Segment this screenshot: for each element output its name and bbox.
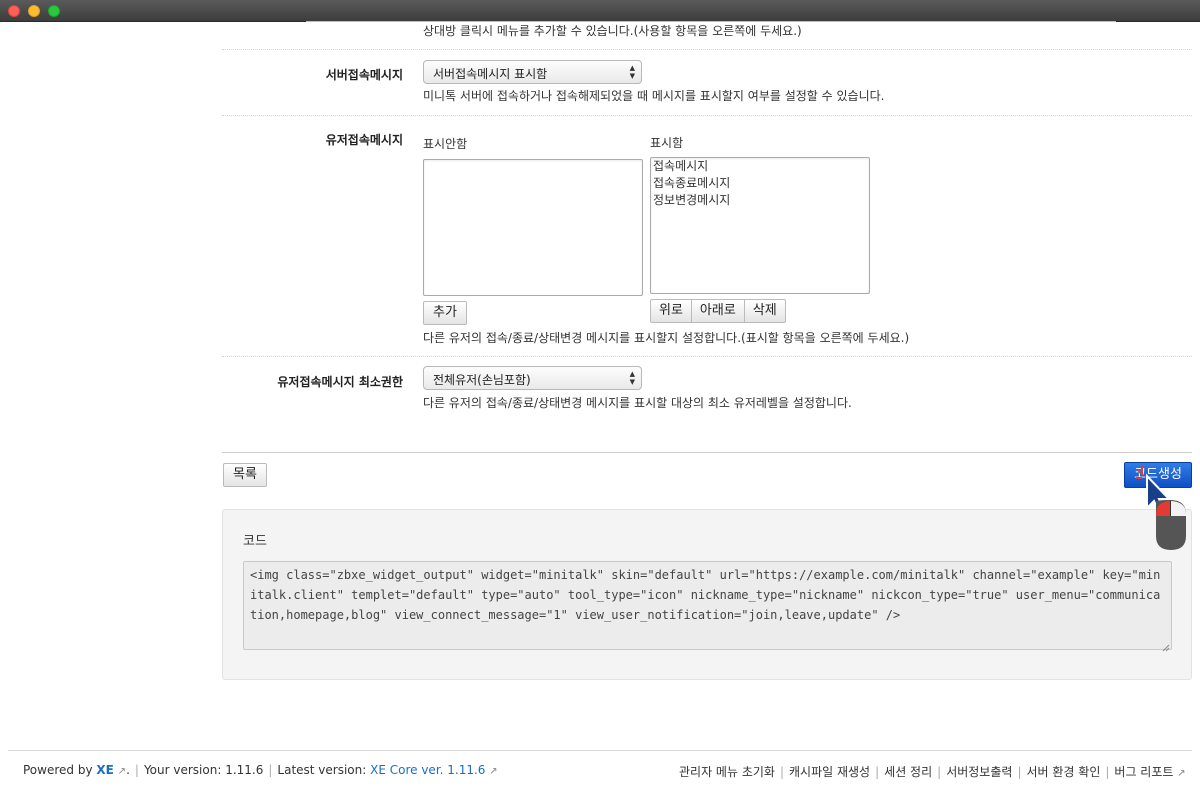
select-arrows-icon: ▲ ▼ [629, 370, 635, 386]
external-link-icon: ↗ [1177, 768, 1186, 779]
hidden-items-listbox[interactable] [423, 159, 643, 296]
move-down-button[interactable]: 아래로 [690, 299, 745, 323]
latest-version-link[interactable]: XE Core ver. 1.11.6 [370, 763, 485, 777]
external-link-icon: ↗ [117, 766, 127, 777]
server-message-select[interactable]: 서버접속메시지 표시함 ▲ ▼ [423, 60, 642, 84]
window-titlebar [0, 0, 1200, 22]
latest-version-label: Latest version [277, 763, 363, 777]
row-divider [222, 115, 1192, 116]
server-info-link[interactable]: 서버정보출력 [946, 765, 1012, 779]
user-message-label: 유저접속메시지 [325, 133, 403, 147]
powered-by-text: Powered by [23, 763, 93, 777]
mouse-pointer-icon [1136, 466, 1186, 550]
shown-item[interactable]: 접속종료메시지 [651, 175, 869, 192]
order-button-group: 위로 아래로 삭제 [650, 299, 786, 323]
user-message-permission-select[interactable]: 전체유저(손님포함) ▲ ▼ [423, 366, 642, 390]
clear-session-link[interactable]: 세션 정리 [884, 765, 932, 779]
user-message-permission-hint: 다른 유저의 접속/종료/상태변경 메시지를 표시할 대상의 최소 유저레벨을 … [423, 396, 852, 410]
select-arrows-icon: ▲ ▼ [629, 64, 635, 80]
xe-link[interactable]: XE [96, 763, 113, 777]
resize-grip-icon [1162, 644, 1170, 652]
user-menu-hint: 상대방 클릭시 메뉴를 추가할 수 있습니다.(사용할 항목을 오른쪽에 두세요… [423, 24, 802, 38]
server-message-label: 서버접속메시지 [325, 68, 403, 82]
hidden-list-label: 표시안함 [423, 137, 468, 151]
code-title: 코드 [243, 534, 267, 549]
row-divider [222, 49, 1192, 50]
shown-list-label: 표시함 [650, 136, 684, 150]
server-env-check-link[interactable]: 서버 환경 확인 [1026, 765, 1100, 779]
permission-select-value: 전체유저(손님포함) [433, 373, 531, 387]
footer-divider [8, 750, 1192, 751]
zoom-window-button[interactable] [48, 5, 60, 17]
your-version-value: 1.11.6 [225, 763, 264, 777]
shown-item[interactable]: 접속메시지 [651, 158, 869, 175]
your-version-label: Your version [143, 763, 218, 777]
server-message-select-value: 서버접속메시지 표시함 [433, 67, 548, 81]
shown-item[interactable]: 정보변경메시지 [651, 192, 869, 209]
move-up-button[interactable]: 위로 [650, 299, 692, 323]
resize-handle[interactable] [1162, 641, 1170, 652]
bug-report-link[interactable]: 버그 리포트 [1114, 765, 1173, 779]
add-item-button[interactable]: 추가 [423, 301, 467, 325]
delete-item-button[interactable]: 삭제 [743, 299, 786, 323]
user-message-hint: 다른 유저의 접속/종료/상태변경 메시지를 표시할지 설정합니다.(표시할 항… [423, 331, 910, 345]
footer-admin-links: 관리자 메뉴 초기화 | 캐시파일 재생성 | 세션 정리 | 서버정보출력 | 서버 환경 확… [679, 765, 1186, 779]
reset-admin-menu-link[interactable]: 관리자 메뉴 초기화 [679, 765, 775, 779]
minimize-window-button[interactable] [28, 5, 40, 17]
regenerate-cache-link[interactable]: 캐시파일 재생성 [789, 765, 870, 779]
actions-divider [222, 452, 1192, 453]
code-output-textarea[interactable]: <img class="zbxe_widget_output" widget="… [243, 561, 1172, 650]
close-window-button[interactable] [8, 5, 20, 17]
code-panel: 코드 <img class="zbxe_widget_output" widge… [222, 509, 1192, 680]
mouse-click-icon [1156, 500, 1186, 550]
footer-version-info: Powered by XE ↗. | Your version: 1.11.6 | La… [23, 763, 498, 777]
user-message-permission-label: 유저접속메시지 최소권한 [277, 375, 403, 389]
server-message-hint: 미니톡 서버에 접속하거나 접속해제되었을 때 메시지를 표시할지 여부를 설정… [423, 89, 885, 103]
list-button[interactable]: 목록 [223, 463, 267, 487]
external-link-icon: ↗ [489, 766, 498, 777]
period-text: . [126, 763, 130, 777]
shown-items-listbox[interactable]: 접속메시지 접속종료메시지 정보변경메시지 [650, 157, 870, 294]
row-divider [222, 356, 1192, 357]
click-indicator [1134, 464, 1194, 554]
